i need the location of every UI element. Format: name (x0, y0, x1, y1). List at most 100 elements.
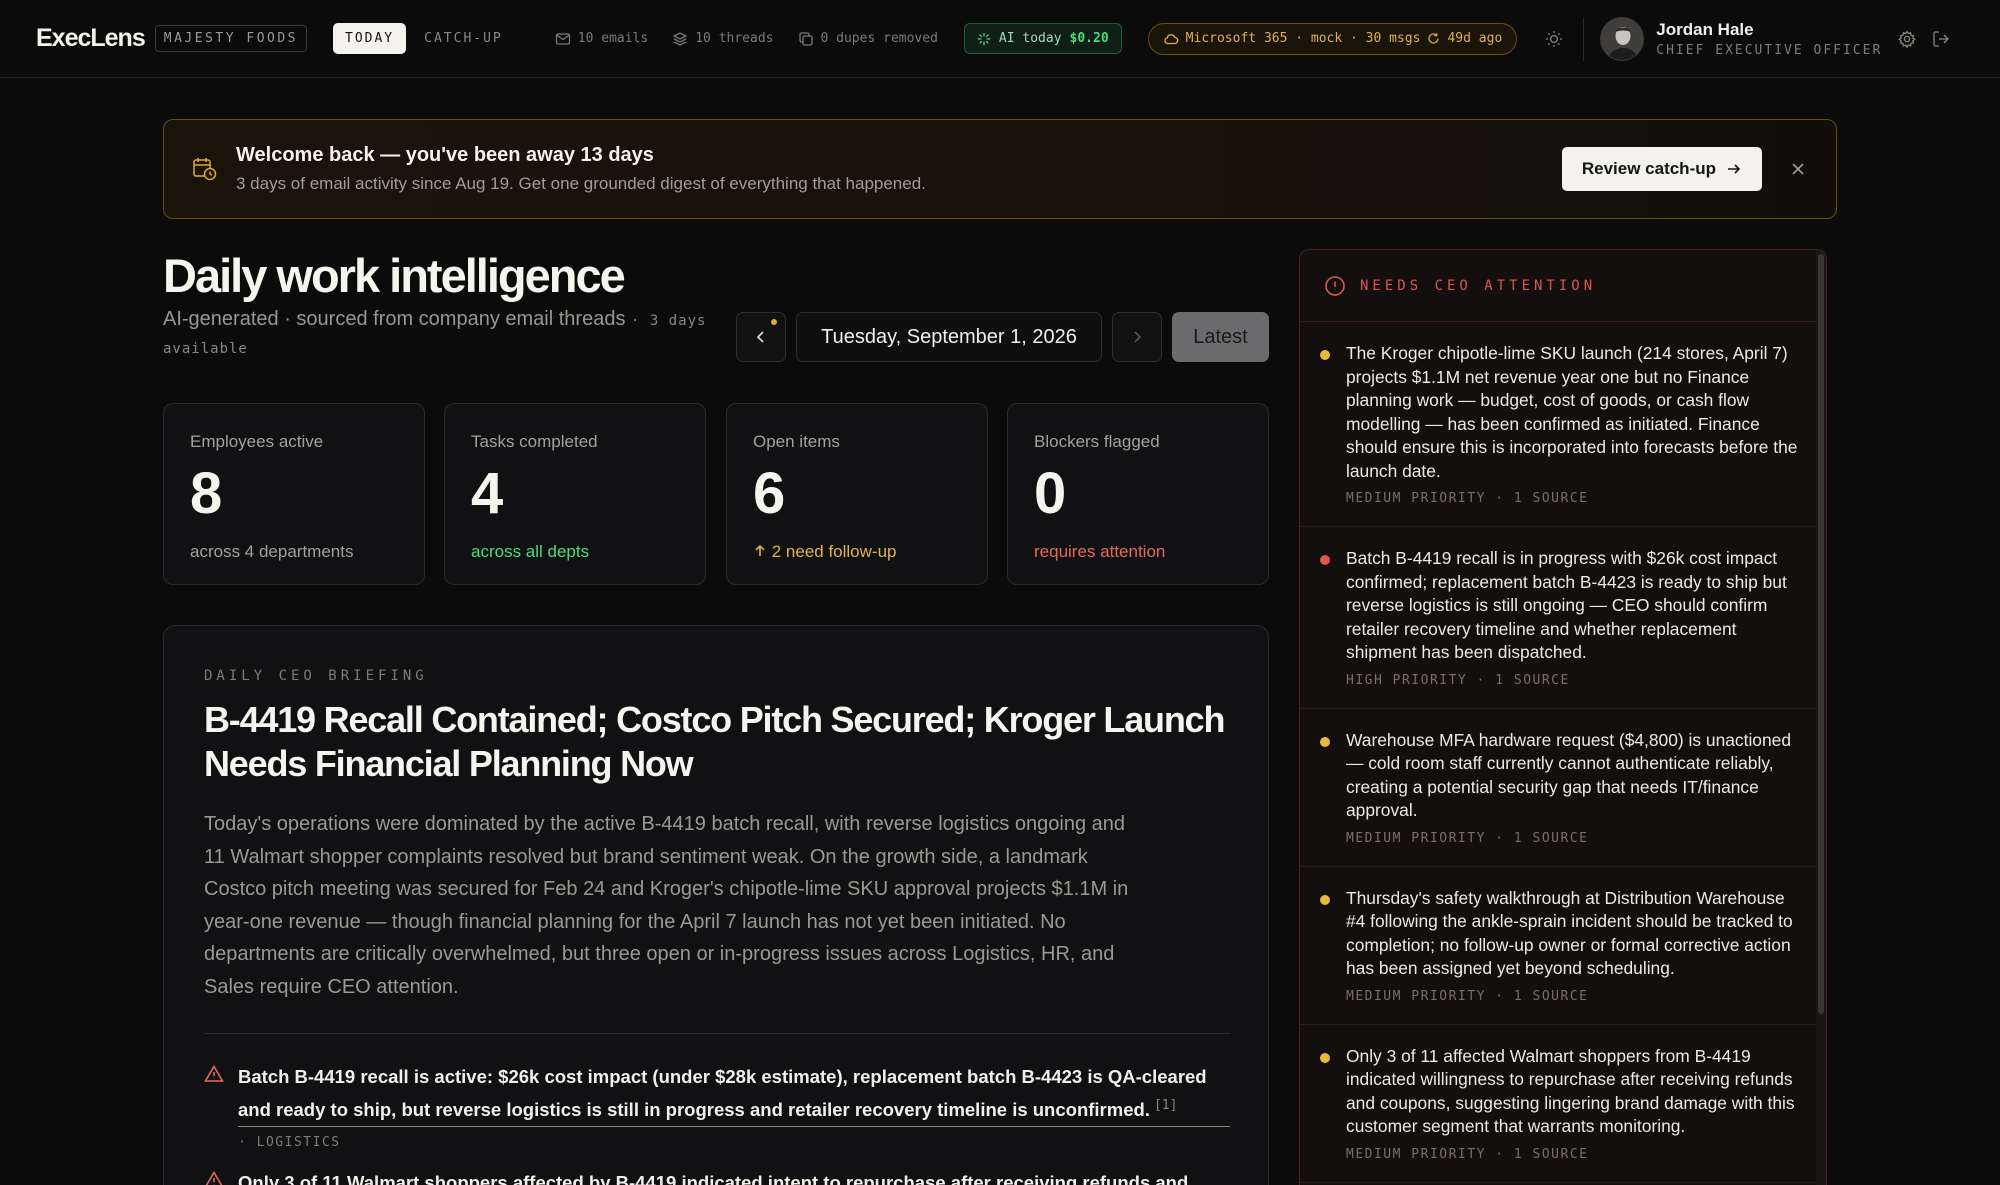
ai-cost-amount: $0.20 (1069, 31, 1109, 46)
avatar[interactable] (1600, 16, 1645, 61)
top-bar: ExecLens MAJESTY FOODS TODAY CATCH-UP 10… (0, 0, 2000, 78)
stat-foot: 2 need follow-up (771, 542, 897, 561)
page-subtitle-text: AI-generated · sourced from company emai… (163, 308, 626, 330)
banner-text: Welcome back — you've been away 13 days … (236, 144, 1562, 194)
stat-foot: requires attention (1034, 542, 1166, 561)
warning-icon (205, 1171, 223, 1185)
review-catch-up-label: Review catch-up (1581, 159, 1716, 178)
attention-item-text: The Kroger chipotle-lime SKU launch (214… (1346, 343, 1798, 481)
logout-icon[interactable] (1930, 28, 1952, 50)
attention-item-meta: MEDIUM PRIORITY · 1 SOURCE (1346, 988, 1589, 1004)
citation-link[interactable]: [1] (1154, 1098, 1177, 1113)
attention-scrollbar[interactable] (1816, 250, 1826, 1185)
ai-cost-label: AI today (998, 31, 1062, 46)
briefing-eyebrow: DAILY CEO BRIEFING (204, 668, 428, 684)
connector-text: Microsoft 365 · mock · 30 msgs (1185, 31, 1421, 46)
topbar-divider (1583, 16, 1585, 61)
attention-item-meta: MEDIUM PRIORITY · 1 SOURCE (1346, 830, 1589, 846)
ceo-briefing-panel: DAILY CEO BRIEFING B-4419 Recall Contain… (163, 625, 1269, 1185)
dupes-stat: 0 dupes removed (798, 31, 938, 47)
briefing-issue[interactable]: Only 3 of 11 Walmart shoppers affected b… (204, 1168, 1230, 1185)
stat-foot-wrap: 2 need follow-up (753, 542, 961, 562)
page-subtitle: AI-generated · sourced from company emai… (163, 306, 723, 362)
tab-today[interactable]: TODAY (333, 23, 407, 54)
ai-cost-chip[interactable]: AI today $0.20 (963, 23, 1122, 54)
briefing-divider (204, 1033, 1230, 1034)
attention-item-text: Batch B-4419 recall is in progress with … (1346, 548, 1787, 662)
stat-card-employees: Employees active 8 across 4 departments (163, 403, 425, 585)
tab-catch-up[interactable]: CATCH-UP (412, 23, 515, 54)
attention-item[interactable]: Thursday's safety walkthrough at Distrib… (1300, 867, 1826, 1025)
attention-scroll-thumb[interactable] (1818, 254, 1824, 1014)
attention-item-meta: MEDIUM PRIORITY · 1 SOURCE (1346, 491, 1589, 506)
connector-sync: 49d ago (1447, 31, 1503, 46)
banner-subtitle: 3 days of email activity since Aug 19. G… (236, 174, 926, 193)
issue-text: Only 3 of 11 Walmart shoppers affected b… (238, 1172, 1189, 1185)
priority-dot (1320, 736, 1330, 747)
close-icon[interactable] (1788, 159, 1808, 179)
arrow-up-icon (755, 544, 765, 556)
stat-value: 8 (190, 461, 223, 526)
sun-icon[interactable] (1543, 28, 1565, 50)
priority-dot (1320, 350, 1330, 360)
cloud-icon (1164, 33, 1178, 44)
threads-count: 10 threads (695, 31, 774, 46)
attention-item[interactable]: Only 3 of 11 affected Walmart shoppers f… (1300, 1025, 1826, 1183)
gear-icon[interactable] (1896, 28, 1918, 50)
company-badge: MAJESTY FOODS (154, 25, 307, 52)
attention-item[interactable]: The Kroger chipotle-lime SKU launch (214… (1300, 322, 1826, 527)
stat-card-blockers: Blockers flagged 0 requires attention (1007, 403, 1269, 585)
attention-item-body: Warehouse MFA hardware request ($4,800) … (1346, 729, 1802, 846)
attention-item-body: The Kroger chipotle-lime SKU launch (214… (1346, 342, 1802, 506)
app-logo[interactable]: ExecLens (36, 24, 146, 53)
attention-item-body: Only 3 of 11 affected Walmart shoppers f… (1346, 1045, 1802, 1162)
warning-icon (204, 1064, 224, 1082)
stat-label: Blockers flagged (1034, 432, 1160, 451)
threads-stat: 10 threads (672, 31, 774, 47)
layers-icon (672, 31, 688, 46)
briefing-body: Today's operations were dominated by the… (204, 813, 1129, 998)
page-title: Daily work intelligence (163, 249, 626, 302)
review-catch-up-button[interactable]: Review catch-up (1561, 147, 1762, 191)
refresh-icon (1428, 33, 1440, 44)
stat-value: 6 (753, 461, 786, 526)
sparkle-icon (977, 32, 991, 45)
user-role: CHIEF EXECUTIVE OFFICER (1656, 42, 1883, 58)
banner-title: Welcome back — you've been away 13 days (236, 144, 654, 166)
emails-count: 10 emails (577, 31, 649, 46)
attention-header: NEEDS CEO ATTENTION (1300, 250, 1826, 322)
attention-item-text: Only 3 of 11 affected Walmart shoppers f… (1346, 1045, 1795, 1137)
briefing-issue[interactable]: Batch B-4419 recall is active: $26k cost… (204, 1062, 1230, 1150)
user-block: Jordan Hale CHIEF EXECUTIVE OFFICER (1656, 20, 1882, 58)
attention-item-meta: MEDIUM PRIORITY · 1 SOURCE (1346, 1146, 1589, 1162)
attention-item[interactable]: Batch B-4419 recall is in progress with … (1300, 527, 1826, 709)
issue-department-tag: · LOGISTICS (238, 1135, 341, 1151)
attention-item[interactable]: Warehouse MFA hardware request ($4,800) … (1300, 709, 1826, 867)
latest-button[interactable]: Latest (1172, 312, 1269, 362)
priority-dot (1320, 555, 1330, 565)
issue-text: Batch B-4419 recall is active: $26k cost… (238, 1066, 1207, 1121)
stat-label: Employees active (190, 432, 324, 451)
attention-list: The Kroger chipotle-lime SKU launch (214… (1300, 322, 1826, 1183)
attention-item-body: Thursday's safety walkthrough at Distrib… (1346, 887, 1802, 1004)
copy-icon (798, 31, 813, 46)
attention-item-text: Warehouse MFA hardware request ($4,800) … (1346, 729, 1791, 821)
welcome-banner: Welcome back — you've been away 13 days … (163, 119, 1837, 219)
attention-item-meta: HIGH PRIORITY · 1 SOURCE (1346, 672, 1570, 688)
previous-day-button[interactable] (736, 312, 786, 362)
priority-dot (1320, 894, 1330, 905)
dupes-count: 0 dupes removed (820, 31, 938, 46)
chevron-left-icon (756, 331, 764, 343)
connector-chip[interactable]: Microsoft 365 · mock · 30 msgs 49d ago (1147, 22, 1518, 55)
alert-circle-icon (1325, 275, 1345, 296)
stat-foot: across 4 departments (190, 542, 354, 561)
date-display[interactable]: Tuesday, September 1, 2026 (796, 312, 1102, 362)
chevron-right-icon (1134, 331, 1142, 343)
stat-value: 0 (1034, 461, 1067, 526)
next-day-button[interactable] (1112, 312, 1162, 362)
arrow-right-icon (1728, 164, 1741, 174)
attention-title: NEEDS CEO ATTENTION (1360, 277, 1597, 294)
stat-value: 4 (471, 461, 504, 526)
calendar-clock-icon (193, 158, 217, 181)
issue-text-wrap: Batch B-4419 recall is active: $26k cost… (238, 1062, 1230, 1128)
